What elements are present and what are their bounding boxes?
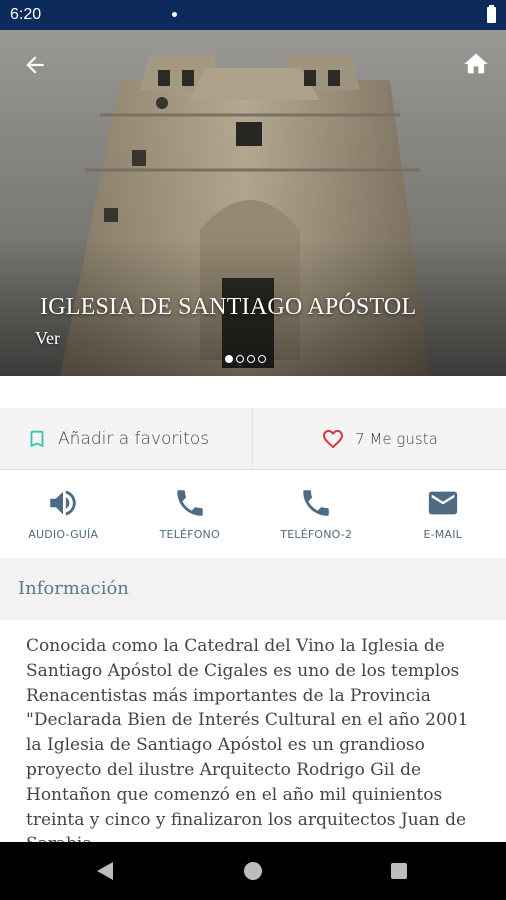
back-arrow-icon[interactable] xyxy=(22,52,48,78)
volume-icon xyxy=(50,490,76,516)
pager-dot[interactable] xyxy=(225,355,233,363)
place-title: IGLESIA DE SANTIAGO APÓSTOL xyxy=(40,294,417,320)
phone-label: TELÉFONO xyxy=(159,528,220,541)
bookmark-icon xyxy=(30,430,44,448)
nav-recents-icon[interactable] xyxy=(391,863,407,879)
pager-dot[interactable] xyxy=(258,355,266,363)
phone-button[interactable]: TELÉFONO xyxy=(127,472,254,558)
audio-guide-label: AUDIO-GUÍA xyxy=(28,528,99,541)
heart-icon xyxy=(323,430,344,449)
info-title: Información xyxy=(18,578,129,599)
info-description: Conocida como la Catedral del Vino la Ig… xyxy=(26,636,469,854)
status-bar: 6:20 xyxy=(0,0,506,30)
notification-dot-icon xyxy=(172,12,177,17)
image-pager[interactable] xyxy=(225,355,266,363)
pager-dot[interactable] xyxy=(236,355,244,363)
contact-row: AUDIO-GUÍA TELÉFONO TELÉFONO-2 E-MAIL xyxy=(0,472,506,558)
phone-icon xyxy=(303,490,329,516)
email-label: E-MAIL xyxy=(423,528,462,541)
phone-2-label: TELÉFONO-2 xyxy=(280,528,353,541)
home-icon[interactable] xyxy=(462,50,490,78)
view-link[interactable]: Ver xyxy=(35,328,60,349)
phone-2-button[interactable]: TELÉFONO-2 xyxy=(253,472,380,558)
spacer xyxy=(0,376,506,408)
action-row: Añadir a favoritos 7 Me gusta xyxy=(0,408,506,470)
nav-home-icon[interactable] xyxy=(244,862,262,880)
hero-banner[interactable]: IGLESIA DE SANTIAGO APÓSTOL Ver xyxy=(0,30,506,376)
add-favorite-label: Añadir a favoritos xyxy=(58,429,210,449)
email-button[interactable]: E-MAIL xyxy=(380,472,506,558)
status-time: 6:20 xyxy=(10,6,42,23)
church-photo xyxy=(0,30,506,376)
phone-icon xyxy=(177,490,203,516)
info-section-header: Información xyxy=(0,558,506,620)
pager-dot[interactable] xyxy=(247,355,255,363)
like-button[interactable]: 7 Me gusta xyxy=(253,408,506,470)
like-count-label: 7 Me gusta xyxy=(355,430,438,448)
audio-guide-button[interactable]: AUDIO-GUÍA xyxy=(0,472,127,558)
add-favorite-button[interactable]: Añadir a favoritos xyxy=(0,408,253,470)
system-nav-bar xyxy=(0,842,506,900)
mail-icon xyxy=(428,491,457,515)
nav-back-icon[interactable] xyxy=(97,862,113,880)
battery-icon xyxy=(487,5,496,23)
